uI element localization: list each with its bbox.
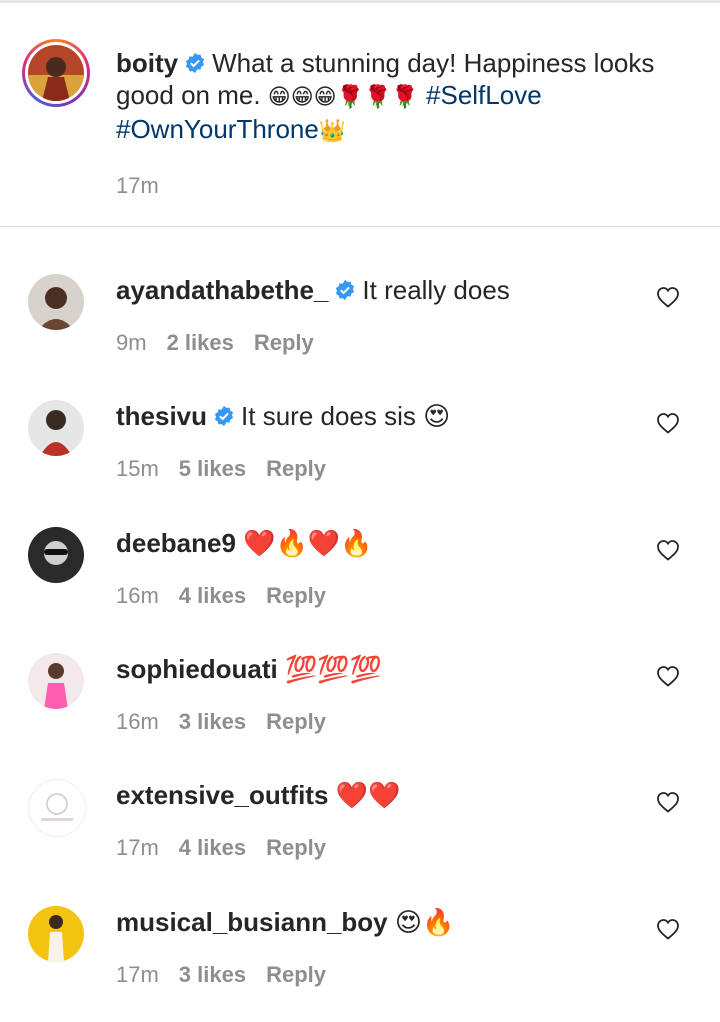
comment-likes[interactable]: 2 likes	[167, 330, 234, 355]
comment-body: 💯💯💯	[285, 654, 383, 684]
caption-body: boity What a stunning day! Happiness look…	[116, 47, 696, 147]
comment-username[interactable]: extensive_outfits	[116, 780, 328, 810]
comment-meta: 17m 4 likes Reply	[116, 835, 346, 861]
comment-row: thesivu It sure does sis 😍 15m 5 likes Repl…	[0, 390, 720, 516]
reply-button[interactable]: Reply	[266, 835, 326, 860]
avatar[interactable]	[28, 45, 84, 101]
comment-likes[interactable]: 4 likes	[179, 835, 246, 860]
comment-row: extensive_outfits ❤️❤️ 17m 4 likes Reply	[0, 769, 720, 895]
comment-text: deebane9 ❤️🔥❤️🔥	[116, 527, 636, 559]
comment-username[interactable]: sophiedouati	[116, 654, 278, 684]
comment-likes[interactable]: 3 likes	[179, 709, 246, 734]
reply-button[interactable]: Reply	[266, 456, 326, 481]
heart-icon[interactable]	[656, 918, 680, 940]
comment-likes[interactable]: 5 likes	[179, 456, 246, 481]
comment-body: It really does	[362, 275, 510, 305]
reply-button[interactable]: Reply	[266, 583, 326, 608]
avatar[interactable]	[28, 653, 84, 709]
reply-button[interactable]: Reply	[266, 962, 326, 987]
reply-button[interactable]: Reply	[266, 709, 326, 734]
heart-icon[interactable]	[656, 665, 680, 687]
heart-icon[interactable]	[656, 412, 680, 434]
verified-badge-icon	[214, 405, 234, 427]
heart-icon[interactable]	[656, 286, 680, 308]
reply-button[interactable]: Reply	[254, 330, 314, 355]
comment-row: musical_busiann_boy 😍🔥 17m 3 likes Reply	[0, 896, 720, 1022]
comment-text: musical_busiann_boy 😍🔥	[116, 906, 636, 938]
comment-time: 17m	[116, 962, 159, 987]
comment-meta: 15m 5 likes Reply	[116, 456, 346, 482]
comment-time: 9m	[116, 330, 147, 355]
comment-text: ayandathabethe_ It really does	[116, 274, 636, 306]
post-username[interactable]: boity	[116, 48, 178, 78]
caption-divider	[0, 226, 720, 227]
comment-username[interactable]: thesivu	[116, 401, 207, 431]
comment-text: extensive_outfits ❤️❤️	[116, 779, 636, 811]
comment-row: deebane9 ❤️🔥❤️🔥 16m 4 likes Reply	[0, 517, 720, 643]
comment-body: 😍🔥	[394, 907, 455, 937]
comment-body: It sure does sis 😍	[241, 401, 451, 431]
comment-time: 17m	[116, 835, 159, 860]
verified-badge-icon	[186, 52, 205, 74]
avatar[interactable]	[28, 779, 86, 837]
comment-username[interactable]: musical_busiann_boy	[116, 907, 388, 937]
comment-username[interactable]: deebane9	[116, 528, 236, 558]
comment-meta: 9m 2 likes Reply	[116, 330, 334, 356]
comment-row: ayandathabethe_ It really does 9m 2 likes R…	[0, 264, 720, 390]
heart-icon[interactable]	[656, 539, 680, 561]
avatar[interactable]	[28, 274, 84, 330]
comment-time: 15m	[116, 456, 159, 481]
comment-meta: 17m 3 likes Reply	[116, 962, 346, 988]
post-caption: boity What a stunning day! Happiness look…	[0, 3, 720, 225]
comment-text: sophiedouati 💯💯💯	[116, 653, 636, 685]
avatar[interactable]	[28, 400, 84, 456]
heart-icon[interactable]	[656, 791, 680, 813]
comment-body: ❤️🔥❤️🔥	[243, 528, 373, 558]
hashtag-selflove[interactable]: #SelfLove	[426, 80, 542, 110]
post-timestamp: 17m	[116, 173, 159, 198]
comment-meta: 16m 3 likes Reply	[116, 709, 346, 735]
comment-time: 16m	[116, 709, 159, 734]
avatar[interactable]	[28, 906, 84, 962]
crown-emoji: 👑	[318, 118, 347, 143]
comment-username[interactable]: ayandathabethe_	[116, 275, 328, 305]
comment-text: thesivu It sure does sis 😍	[116, 400, 636, 432]
story-ring[interactable]	[22, 39, 90, 107]
comment-likes[interactable]: 3 likes	[179, 962, 246, 987]
comment-body: ❤️❤️	[335, 780, 401, 810]
comment-likes[interactable]: 4 likes	[179, 583, 246, 608]
comment-meta: 16m 4 likes Reply	[116, 583, 346, 609]
hashtag-ownyourthrone[interactable]: #OwnYourThrone	[116, 114, 319, 144]
comment-time: 16m	[116, 583, 159, 608]
caption-emojis: 😁😁😁🌹🌹🌹	[267, 84, 419, 109]
avatar[interactable]	[28, 527, 84, 583]
comment-row: sophiedouati 💯💯💯 16m 3 likes Reply	[0, 643, 720, 769]
verified-badge-icon	[336, 279, 355, 301]
